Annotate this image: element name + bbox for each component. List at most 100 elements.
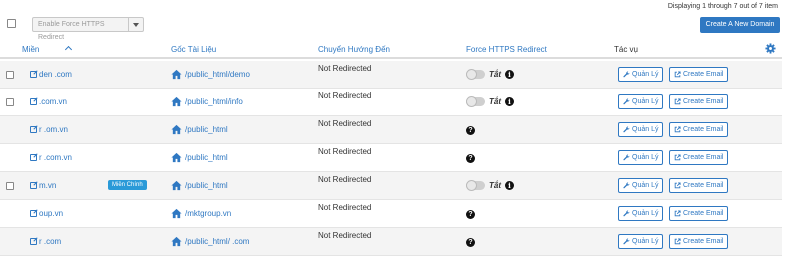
- document-root-link[interactable]: /public_html: [185, 181, 228, 190]
- domain-link[interactable]: r .com.vn: [39, 153, 72, 162]
- info-icon[interactable]: i: [505, 181, 514, 190]
- redirect-status: Not Redirected: [318, 64, 372, 73]
- help-icon[interactable]: ?: [466, 154, 475, 163]
- help-icon[interactable]: ?: [466, 210, 475, 219]
- manage-button[interactable]: Quản Lý: [618, 234, 663, 249]
- https-toggle[interactable]: [466, 96, 485, 107]
- help-icon[interactable]: ?: [466, 126, 475, 135]
- https-toggle[interactable]: [466, 69, 485, 80]
- create-email-label: Create Email: [683, 98, 724, 105]
- create-email-label: Create Email: [683, 210, 724, 217]
- column-header-actions: Tác vụ: [614, 45, 639, 54]
- home-icon: [171, 208, 182, 219]
- manage-button[interactable]: Quản Lý: [618, 67, 663, 82]
- domain-link[interactable]: r .com: [39, 237, 61, 246]
- wrench-icon: [623, 182, 632, 189]
- create-domain-button[interactable]: Create A New Domain: [700, 17, 780, 33]
- wrench-icon: [623, 154, 632, 161]
- info-icon[interactable]: i: [505, 70, 514, 79]
- external-link-icon[interactable]: [30, 238, 37, 245]
- redirect-status: Not Redirected: [318, 175, 372, 184]
- help-icon[interactable]: ?: [466, 238, 475, 247]
- manage-label: Quản Lý: [632, 71, 659, 78]
- home-icon: [171, 69, 182, 80]
- external-link-icon[interactable]: [30, 210, 37, 217]
- toggle-state-label: Tắt: [489, 70, 501, 79]
- create-email-button[interactable]: Create Email: [669, 94, 728, 109]
- create-email-label: Create Email: [683, 71, 724, 78]
- info-icon[interactable]: i: [505, 97, 514, 106]
- home-icon: [171, 236, 182, 247]
- column-header-redirect[interactable]: Chuyển Hướng Đến: [318, 45, 390, 54]
- external-link-icon: [674, 182, 683, 189]
- column-header-force-https[interactable]: Force HTTPS Redirect: [466, 45, 547, 54]
- external-link-icon[interactable]: [30, 182, 37, 189]
- manage-label: Quản Lý: [632, 98, 659, 105]
- manage-button[interactable]: Quản Lý: [618, 150, 663, 165]
- home-icon: [171, 152, 182, 163]
- external-link-icon[interactable]: [30, 98, 37, 105]
- table-row: m.vn Miền Chính/public_html Not Redirected…: [0, 172, 782, 200]
- redirect-status: Not Redirected: [318, 119, 372, 128]
- external-link-icon[interactable]: [30, 126, 37, 133]
- row-checkbox[interactable]: [6, 98, 14, 106]
- domain-link[interactable]: .com.vn: [39, 97, 67, 106]
- sort-ascending-icon: [64, 45, 73, 54]
- create-email-label: Create Email: [683, 182, 724, 189]
- gear-icon[interactable]: [765, 43, 776, 54]
- https-toggle[interactable]: [466, 180, 485, 191]
- redirect-status: Not Redirected: [318, 91, 372, 100]
- table-row: .com.vn/public_html/info Not Redirected Tắ…: [0, 88, 782, 116]
- select-all-checkbox[interactable]: [7, 19, 16, 28]
- create-email-button[interactable]: Create Email: [669, 178, 728, 193]
- document-root-link[interactable]: /public_html/demo: [185, 70, 250, 79]
- external-link-icon[interactable]: [30, 71, 37, 78]
- table-row: r .com.vn/public_html Not Redirected? Quản…: [0, 144, 782, 172]
- table-row: r .om.vn/public_html Not Redirected? Quản …: [0, 116, 782, 144]
- create-email-button[interactable]: Create Email: [669, 206, 728, 221]
- external-link-icon: [674, 71, 683, 78]
- row-checkbox[interactable]: [6, 182, 14, 190]
- toggle-state-label: Tắt: [489, 97, 501, 106]
- external-link-icon: [674, 210, 683, 217]
- wrench-icon: [623, 238, 632, 245]
- domain-link[interactable]: den .com: [39, 70, 72, 79]
- manage-label: Quản Lý: [632, 238, 659, 245]
- column-header-document-root[interactable]: Gốc Tài Liệu: [171, 45, 216, 54]
- document-root-link[interactable]: /public_html/info: [185, 97, 243, 106]
- home-icon: [171, 124, 182, 135]
- manage-button[interactable]: Quản Lý: [618, 178, 663, 193]
- toggle-state-label: Tắt: [489, 181, 501, 190]
- toolbar: Enable Force HTTPS Redirect Displaying 1…: [0, 0, 800, 41]
- create-email-button[interactable]: Create Email: [669, 67, 728, 82]
- create-email-label: Create Email: [683, 238, 724, 245]
- main-domain-badge: Miền Chính: [108, 180, 147, 190]
- table-row: den .com/public_html/demo Not Redirected T…: [0, 61, 782, 89]
- create-email-button[interactable]: Create Email: [669, 122, 728, 137]
- document-root-link[interactable]: /mktgroup.vn: [185, 209, 231, 218]
- manage-button[interactable]: Quản Lý: [618, 122, 663, 137]
- document-root-link[interactable]: /public_html: [185, 125, 228, 134]
- manage-label: Quản Lý: [632, 210, 659, 217]
- create-email-button[interactable]: Create Email: [669, 150, 728, 165]
- column-header-domain[interactable]: Miền: [22, 45, 73, 54]
- external-link-icon: [674, 98, 683, 105]
- table-row: r .com/public_html/ .com Not Redirected? Q…: [0, 228, 782, 256]
- home-icon: [171, 180, 182, 191]
- document-root-link[interactable]: /public_html/ .com: [185, 237, 249, 246]
- domain-link[interactable]: r .om.vn: [39, 125, 68, 134]
- row-checkbox[interactable]: [6, 71, 14, 79]
- create-email-label: Create Email: [683, 154, 724, 161]
- manage-label: Quản Lý: [632, 154, 659, 161]
- manage-button[interactable]: Quản Lý: [618, 94, 663, 109]
- create-email-button[interactable]: Create Email: [669, 234, 728, 249]
- external-link-icon[interactable]: [30, 154, 37, 161]
- chevron-down-icon[interactable]: [129, 17, 144, 32]
- bulk-action-dropdown[interactable]: Enable Force HTTPS Redirect: [32, 17, 144, 41]
- domain-link[interactable]: m.vn: [39, 181, 56, 190]
- display-count: Displaying 1 through 7 out of 7 item: [667, 3, 778, 10]
- manage-button[interactable]: Quản Lý: [618, 206, 663, 221]
- bulk-action-button[interactable]: Enable Force HTTPS Redirect: [32, 17, 129, 41]
- document-root-link[interactable]: /public_html: [185, 153, 228, 162]
- domain-link[interactable]: oup.vn: [39, 209, 63, 218]
